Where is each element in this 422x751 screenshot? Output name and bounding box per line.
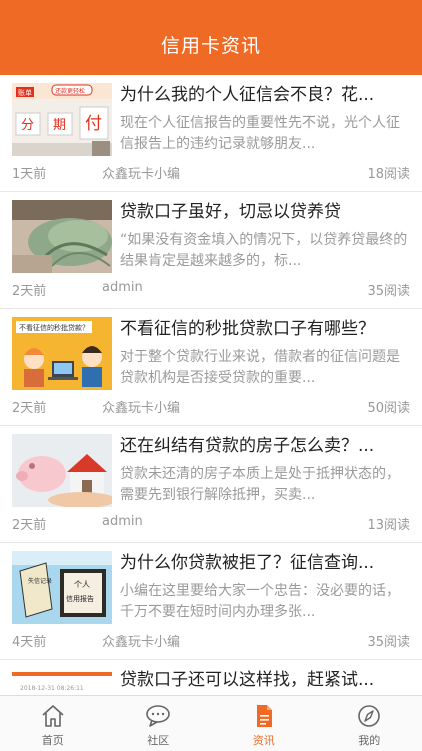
tab-mine-label: 我的 <box>358 732 380 748</box>
article-read-count: 35阅读 <box>367 631 410 650</box>
article-thumbnail: 账单 还款更轻松 分 期 付 <box>12 83 112 156</box>
article-read-count: 18阅读 <box>367 163 410 182</box>
article-age: 2天前 <box>12 397 46 416</box>
article-item[interactable]: 失信记录 个人 信用报告 为什么你贷款被拒了？征信查询... 小编在这里要给大家… <box>0 543 422 660</box>
thumb-label-report: 信用报告 <box>66 594 94 603</box>
article-read-count: 50阅读 <box>367 397 410 416</box>
article-thumbnail: 失信记录 个人 信用报告 <box>12 551 112 624</box>
thumb-date: 2018-12-31 08:26:11 <box>20 685 84 692</box>
article-read-count: 13阅读 <box>367 514 410 533</box>
bottom-tab-bar: 首页 社区 资讯 我的 <box>0 695 422 751</box>
thumb-label-personal: 个人 <box>74 580 90 589</box>
article-age: 2天前 <box>12 280 46 299</box>
article-thumbnail <box>12 200 112 273</box>
thumb-caption: 不看征信的秒批贷款？ <box>19 323 89 332</box>
article-title: 还在纠结有贷款的房子怎么卖？... <box>120 435 412 457</box>
article-summary: 贷款未还清的房子本质上是处于抵押状态的，需要先到银行解除抵押，买卖... <box>120 464 412 506</box>
article-title: 为什么我的个人征信会不良？花... <box>120 84 412 106</box>
article-age: 1天前 <box>12 163 46 182</box>
article-thumbnail: 2018-12-31 08:26:11 <box>12 668 112 695</box>
thumb-char-qi: 期 <box>53 118 66 133</box>
article-summary: 小编在这里要给大家一个忠告：没必要的话，千万不要在短时间内办理多张... <box>120 581 412 623</box>
article-read-count: 35阅读 <box>367 280 410 299</box>
article-thumbnail: 不看征信的秒批贷款？ <box>12 317 112 390</box>
compass-icon <box>355 703 383 729</box>
article-item[interactable]: 贷款口子虽好，切忌以贷养贷 “如果没有资金填入的情况下，以贷养贷最终的结果肯定是… <box>0 192 422 309</box>
thumb-tag-easy: 还款更轻松 <box>55 87 85 95</box>
article-thumbnail <box>12 434 112 507</box>
article-title: 不看征信的秒批贷款口子有哪些？ <box>120 318 412 340</box>
article-author: admin <box>102 280 143 295</box>
thumb-tag-bill: 账单 <box>18 88 32 97</box>
article-summary: 对于整个贷款行业来说，借款者的征信问题是贷款机构是否接受贷款的重要... <box>120 347 412 389</box>
article-item[interactable]: 账单 还款更轻松 分 期 付 为什么我的个人征信会不良？花... 现在个人征信报… <box>0 75 422 192</box>
article-title: 贷款口子还可以这样找，赶紧试... <box>120 669 412 691</box>
article-summary: 现在个人征信报告的重要性先不说，光个人征信报告上的违约记录就够朋友... <box>120 113 412 155</box>
thumb-char-fu: 付 <box>85 114 102 134</box>
page-title: 信用卡资讯 <box>161 37 261 56</box>
article-title: 贷款口子虽好，切忌以贷养贷 <box>120 201 412 223</box>
tab-home[interactable]: 首页 <box>0 696 106 751</box>
article-feed[interactable]: 账单 还款更轻松 分 期 付 为什么我的个人征信会不良？花... 现在个人征信报… <box>0 75 422 695</box>
tab-news[interactable]: 资讯 <box>211 696 317 751</box>
home-icon <box>39 703 67 729</box>
tab-news-label: 资讯 <box>253 732 275 748</box>
app-header: 信用卡资讯 <box>0 0 422 75</box>
thumb-char-fen: 分 <box>21 118 34 133</box>
tab-community-label: 社区 <box>147 732 169 748</box>
article-age: 4天前 <box>12 631 46 650</box>
article-item[interactable]: 还在纠结有贷款的房子怎么卖？... 贷款未还清的房子本质上是处于抵押状态的，需要… <box>0 426 422 543</box>
article-summary: “如果没有资金填入的情况下，以贷养贷最终的结果肯定是越来越多的，标... <box>120 230 412 272</box>
article-title: 为什么你贷款被拒了？征信查询... <box>120 552 412 574</box>
article-author: admin <box>102 514 143 529</box>
chat-icon <box>144 703 172 729</box>
document-icon <box>250 703 278 729</box>
article-author: 众鑫玩卡小编 <box>102 397 180 416</box>
article-author: 众鑫玩卡小编 <box>102 631 180 650</box>
article-item[interactable]: 不看征信的秒批贷款？ 不看征信的秒批贷款口子有哪些？ 对于整个贷款行业来说，借款… <box>0 309 422 426</box>
article-age: 2天前 <box>12 514 46 533</box>
article-author: 众鑫玩卡小编 <box>102 163 180 182</box>
article-item[interactable]: 2018-12-31 08:26:11 贷款口子还可以这样找，赶紧试... <box>0 660 422 695</box>
thumb-side-label: 失信记录 <box>28 577 52 585</box>
tab-community[interactable]: 社区 <box>106 696 212 751</box>
tab-home-label: 首页 <box>42 732 64 748</box>
tab-mine[interactable]: 我的 <box>317 696 422 751</box>
